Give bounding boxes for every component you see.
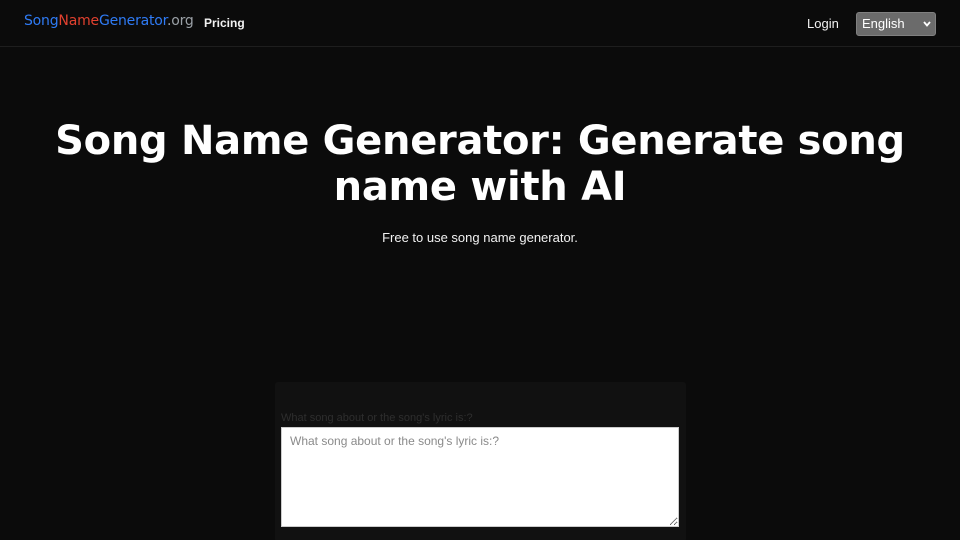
site-logo[interactable]: SongNameGenerator.org — [24, 13, 194, 29]
logo-part-tld: .org — [166, 13, 194, 29]
language-select[interactable]: English — [856, 12, 936, 36]
language-select-value: English — [862, 16, 905, 31]
logo-part-name: Name — [58, 13, 99, 29]
logo-part-song: Song — [24, 13, 59, 29]
page-title: Song Name Generator: Generate song name … — [55, 118, 905, 210]
login-link[interactable]: Login — [807, 16, 839, 31]
page: SongNameGenerator.org Pricing Login Engl… — [0, 0, 960, 540]
chevron-down-icon — [923, 13, 931, 43]
site-header: SongNameGenerator.org Pricing Login Engl… — [0, 0, 960, 47]
nav-pricing-link[interactable]: Pricing — [204, 16, 245, 30]
lyric-field-label: What song about or the song's lyric is:? — [281, 412, 473, 424]
page-subtitle: Free to use song name generator. — [382, 230, 578, 245]
logo-part-generator: Generator — [98, 13, 167, 29]
lyric-input[interactable] — [281, 427, 679, 527]
